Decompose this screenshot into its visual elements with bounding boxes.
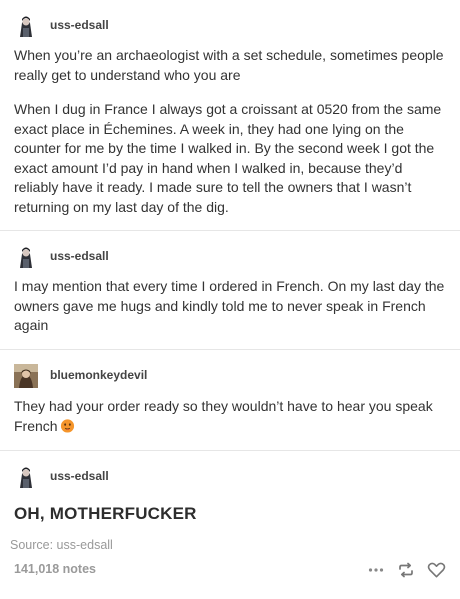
avatar-image [14,364,38,388]
avatar[interactable] [14,464,38,488]
divider [0,450,460,451]
avatar[interactable] [14,364,38,388]
post-headline: OH, MOTHERFUCKER [14,504,197,523]
heart-icon[interactable] [427,561,446,579]
source-link[interactable]: Source: uss-edsall [10,538,113,552]
avatar[interactable] [14,13,38,37]
post-actions [367,561,446,579]
avatar-image [14,13,38,37]
post-paragraph: When you’re an archaeologist with a set … [14,47,444,83]
username[interactable]: uss-edsall [50,18,109,32]
avatar-image [14,464,38,488]
username[interactable]: uss-edsall [50,249,109,263]
hot-face-emoji [60,418,75,433]
post-paragraph: When I dug in France I always got a croi… [14,101,442,215]
post-paragraph: They had your order ready so they wouldn… [14,397,450,436]
more-dots-icon[interactable] [367,561,385,579]
username[interactable]: uss-edsall [50,469,109,483]
notes-count[interactable]: 141,018 notes [14,562,96,576]
avatar[interactable] [14,244,38,268]
divider [0,349,460,350]
post-paragraph: I may mention that every time I ordered … [14,278,445,333]
avatar-image [14,244,38,268]
post-paragraph-text: They had your order ready so they wouldn… [14,398,433,434]
reblog-icon[interactable] [397,561,415,579]
divider [0,230,460,231]
username[interactable]: bluemonkeydevil [50,368,147,382]
